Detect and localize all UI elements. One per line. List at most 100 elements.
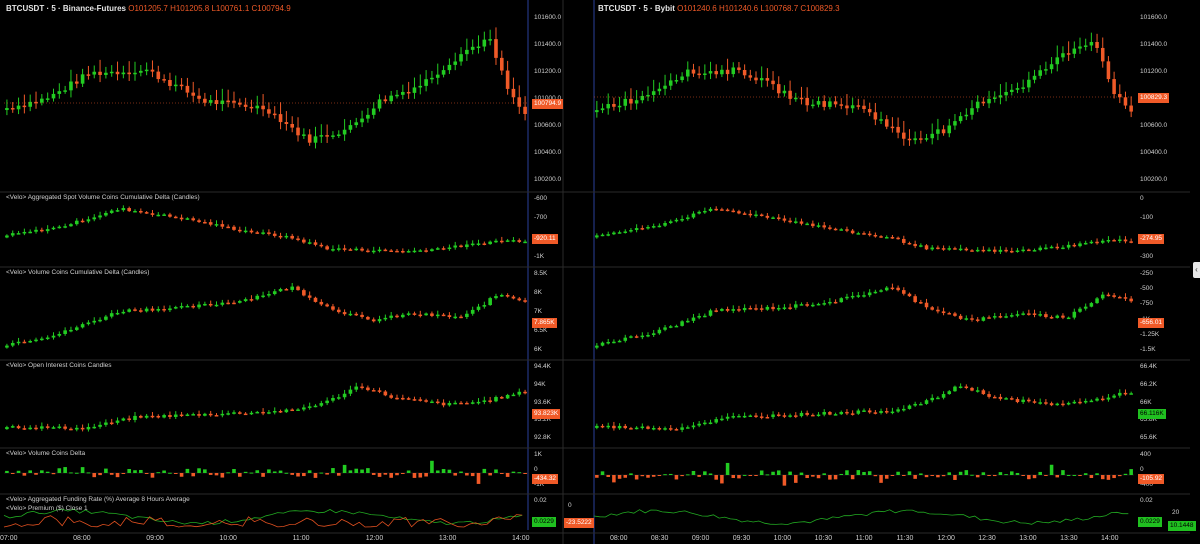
candle: [162, 308, 166, 311]
delta-bar: [799, 472, 804, 475]
delta-bar: [1118, 475, 1122, 477]
candle: [430, 401, 434, 404]
candle: [742, 307, 747, 311]
candle: [708, 208, 713, 211]
candle: [499, 397, 504, 399]
delta-bar: [998, 472, 1003, 475]
candle: [401, 314, 405, 318]
collapse-panel-handle[interactable]: ‹: [1193, 262, 1200, 278]
candle: [1072, 48, 1077, 54]
candle: [924, 400, 929, 404]
delta-bar: [156, 472, 161, 474]
candle: [953, 313, 957, 316]
candle: [325, 135, 329, 137]
candle: [856, 410, 861, 414]
delta-bar: [63, 467, 67, 473]
candle: [862, 233, 866, 235]
delta-bar: [272, 471, 277, 473]
left-time-label: 11:00: [292, 535, 310, 542]
delta-bar: [634, 475, 639, 480]
candle: [290, 124, 295, 128]
candle: [1072, 311, 1077, 318]
candle: [1055, 246, 1060, 249]
candle: [51, 93, 56, 99]
candle: [1112, 240, 1116, 242]
candle: [651, 428, 656, 430]
delta-bar: [930, 475, 934, 476]
candle: [998, 396, 1003, 399]
candle: [788, 220, 792, 223]
candle: [1066, 317, 1071, 320]
candle: [517, 298, 522, 301]
candle: [1015, 88, 1020, 90]
left-time-label: 13:00: [438, 535, 457, 542]
candle: [249, 106, 254, 109]
candle: [1072, 401, 1077, 404]
candle: [742, 415, 747, 418]
candle: [953, 248, 957, 250]
right-price-tick: 101400.0: [1140, 41, 1168, 48]
delta-bar: [121, 473, 126, 474]
candle: [845, 411, 849, 414]
candle: [839, 411, 844, 415]
candle: [816, 303, 821, 306]
candle: [430, 249, 434, 252]
candle: [511, 394, 516, 397]
delta-bar: [173, 473, 178, 474]
candle: [331, 249, 335, 251]
candle: [668, 326, 673, 328]
candle: [389, 315, 393, 318]
candle: [668, 80, 673, 86]
left-price-tick: 101600.0: [534, 14, 562, 21]
candle: [371, 250, 376, 253]
candle: [845, 296, 849, 299]
candle: [947, 391, 952, 395]
candle: [290, 286, 295, 290]
candle: [975, 390, 980, 392]
delta-bar: [168, 472, 172, 474]
right-close: C100829.3: [800, 4, 840, 13]
candle: [494, 240, 498, 243]
candle: [1027, 249, 1031, 252]
delta-bar: [307, 470, 312, 473]
candle: [476, 243, 481, 245]
candle: [987, 249, 991, 252]
left-premium-tick: 0: [568, 502, 572, 509]
candle: [185, 85, 190, 93]
candle: [465, 313, 469, 318]
candle: [754, 415, 758, 418]
candle: [634, 427, 639, 430]
candle: [430, 313, 434, 316]
candle: [1038, 402, 1042, 404]
candle: [86, 426, 91, 430]
delta-bar: [970, 474, 974, 476]
candle: [98, 215, 102, 218]
candle: [494, 296, 498, 299]
candle: [517, 240, 522, 242]
candle: [366, 250, 370, 253]
left-low: L100761.1: [211, 4, 250, 13]
delta-bar: [668, 473, 673, 475]
candle: [1118, 392, 1122, 396]
candle: [1129, 241, 1133, 243]
candle: [867, 410, 872, 413]
candle: [919, 403, 923, 406]
right-open: O101240.6: [677, 4, 717, 13]
candle: [657, 428, 662, 430]
chart-canvas[interactable]: [0, 0, 1200, 544]
right-time-label: 10:00: [773, 535, 792, 542]
candle: [69, 329, 73, 332]
candle: [203, 221, 207, 224]
candle: [412, 87, 417, 93]
candle: [1083, 242, 1088, 245]
delta-bar: [782, 475, 787, 486]
delta-bar: [243, 471, 248, 473]
candle: [703, 73, 707, 76]
candle: [144, 212, 149, 214]
candle: [1032, 75, 1037, 80]
delta-bar: [697, 475, 701, 477]
trading-chart-layout[interactable]: BTCUSDT · 5 · Binance-Futures O101205.7 …: [0, 0, 1200, 544]
candle: [336, 309, 341, 313]
candle: [964, 318, 969, 320]
delta-bar: [208, 473, 213, 475]
